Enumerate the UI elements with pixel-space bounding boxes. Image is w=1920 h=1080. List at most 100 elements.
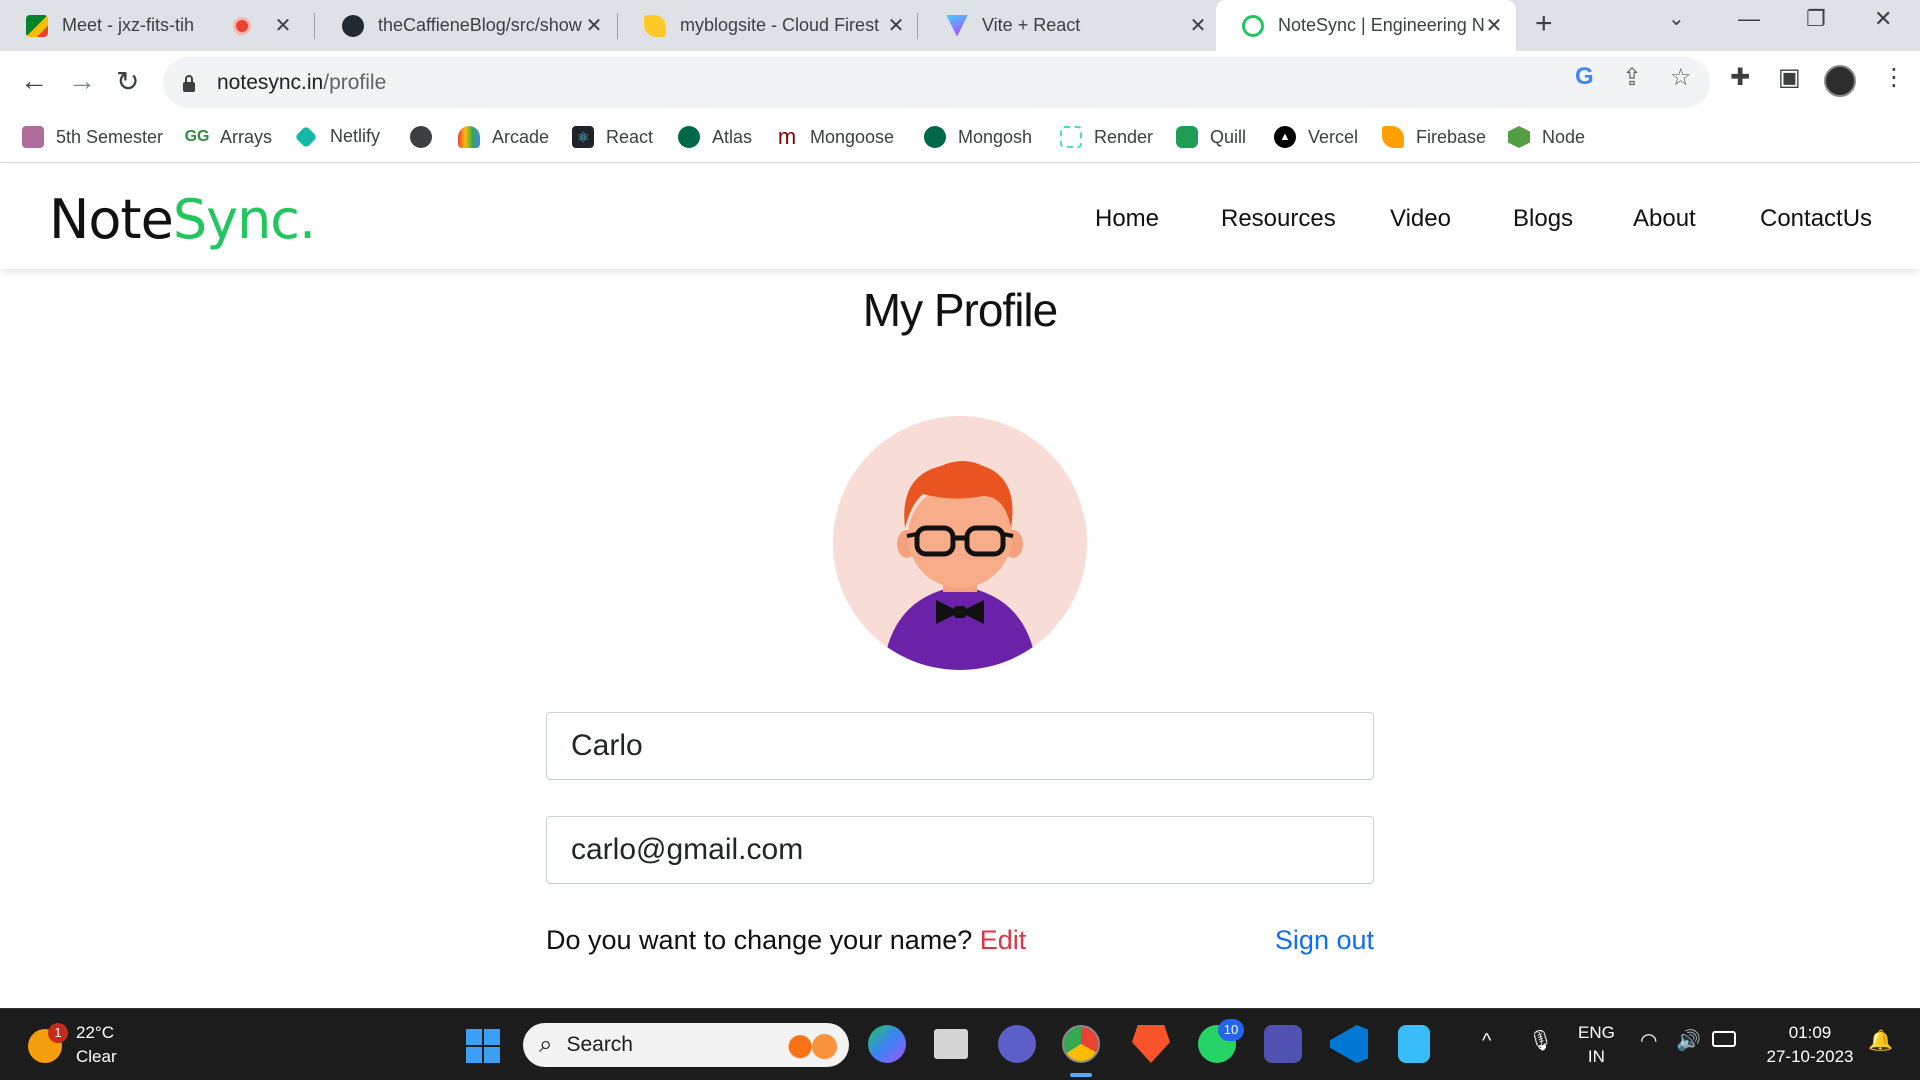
bookmark-vercel[interactable]: ▲ Vercel <box>1274 126 1358 148</box>
bookmark-5th-semester[interactable]: 5th Semester <box>22 126 163 148</box>
gfg-icon: GG <box>184 128 210 145</box>
tab-meet[interactable]: Meet - jxz-fits-tih ✕ <box>0 0 305 51</box>
site-logo[interactable]: NoteSync. <box>49 188 316 251</box>
side-panel-icon[interactable]: ▣ <box>1778 63 1801 92</box>
lock-icon <box>181 74 197 92</box>
react-icon: ⚛ <box>572 126 594 148</box>
bookmark-mongosh[interactable]: Mongosh <box>924 126 1032 148</box>
notepad-icon[interactable] <box>1398 1025 1430 1063</box>
profile-avatar[interactable] <box>1824 65 1856 97</box>
task-view-icon[interactable] <box>934 1029 968 1059</box>
tab-notesync[interactable]: NoteSync | Engineering N ✕ <box>1216 0 1516 51</box>
bookmark-mongoose[interactable]: m Mongoose <box>776 124 894 149</box>
recording-icon <box>233 16 251 35</box>
url-text: notesync.in/profile <box>217 70 387 94</box>
profile-avatar-illustration <box>833 416 1087 670</box>
close-tab-icon[interactable]: ✕ <box>584 13 604 38</box>
edit-link[interactable]: Edit <box>980 925 1027 955</box>
minimize-icon[interactable]: — <box>1738 6 1760 32</box>
site-header: NoteSync. Home Resources Video Blogs Abo… <box>0 164 1920 269</box>
close-tab-icon[interactable]: ✕ <box>886 13 906 38</box>
pumpkin-icon <box>777 1029 843 1061</box>
language-indicator[interactable]: ENG IN <box>1578 1021 1615 1069</box>
windows-taskbar: 1 22°C Clear ⌕ Search 10 ^ 🎙 ENG IN ◠ 🔊 0… <box>0 1008 1920 1080</box>
bookmark-globe[interactable] <box>410 126 444 148</box>
new-tab-button[interactable]: + <box>1535 7 1553 41</box>
bookmark-quill[interactable]: Quill <box>1176 126 1246 148</box>
tab-title: theCaffieneBlog/src/show <box>378 15 582 35</box>
netlify-icon <box>294 125 318 148</box>
signout-link[interactable]: Sign out <box>1275 925 1374 956</box>
forward-icon[interactable]: → <box>68 65 96 97</box>
weather-temp: 22°C <box>76 1023 114 1042</box>
bookmark-netlify[interactable]: Netlify <box>294 125 380 148</box>
tab-github[interactable]: theCaffieneBlog/src/show ✕ <box>316 0 616 51</box>
render-icon <box>1060 126 1082 148</box>
nav-resources[interactable]: Resources <box>1221 205 1336 233</box>
start-button[interactable] <box>466 1029 500 1063</box>
reload-icon[interactable]: ↻ <box>116 65 139 98</box>
notification-badge: 1 <box>48 1023 68 1043</box>
notifications-bell-icon[interactable]: 🔔 <box>1868 1029 1893 1053</box>
bookmark-arcade[interactable]: Arcade <box>458 126 549 148</box>
bookmark-star-icon[interactable]: ☆ <box>1670 63 1692 92</box>
google-cloud-icon <box>458 126 480 148</box>
mongodb-icon <box>924 126 946 148</box>
nav-about[interactable]: About <box>1633 205 1696 233</box>
tab-title: NoteSync | Engineering N <box>1278 15 1484 35</box>
close-tab-icon[interactable]: ✕ <box>1484 13 1504 38</box>
vscode-icon[interactable] <box>1330 1025 1368 1063</box>
close-tab-icon[interactable]: ✕ <box>1188 13 1208 38</box>
nav-home[interactable]: Home <box>1095 205 1159 233</box>
nav-blogs[interactable]: Blogs <box>1513 205 1573 233</box>
chevron-up-icon[interactable]: ^ <box>1482 1029 1491 1053</box>
teams-chat-icon[interactable] <box>998 1025 1036 1063</box>
weather-widget[interactable]: 1 22°C Clear <box>28 1021 117 1069</box>
nav-video[interactable]: Video <box>1390 205 1451 233</box>
close-window-icon[interactable]: ✕ <box>1874 6 1892 32</box>
page-title: My Profile <box>862 284 1058 336</box>
nodejs-icon <box>1508 126 1530 148</box>
volume-icon[interactable]: 🔊 <box>1676 1029 1701 1053</box>
whatsapp-badge: 10 <box>1218 1019 1244 1041</box>
google-lens-icon[interactable]: G <box>1575 63 1594 91</box>
notesync-icon <box>1242 14 1264 37</box>
brave-icon[interactable] <box>1132 1025 1170 1063</box>
back-icon[interactable]: ← <box>20 65 48 97</box>
restore-icon[interactable]: ❐ <box>1806 6 1826 32</box>
bookmark-render[interactable]: Render <box>1060 126 1153 148</box>
email-field[interactable] <box>546 816 1374 884</box>
extensions-icon[interactable]: ✚ <box>1730 63 1750 92</box>
search-icon: ⌕ <box>539 1031 553 1058</box>
bookmark-arrays[interactable]: GG Arrays <box>184 126 272 148</box>
tab-firebase[interactable]: myblogsite - Cloud Firest ✕ <box>618 0 918 51</box>
wifi-icon[interactable]: ◠ <box>1640 1029 1657 1053</box>
mongoose-icon: m <box>777 124 797 149</box>
tab-search-icon[interactable]: ⌄ <box>1668 6 1685 31</box>
search-placeholder: Search <box>566 1033 633 1056</box>
tab-vite[interactable]: Vite + React ✕ <box>920 0 1220 51</box>
mongodb-icon <box>678 126 700 148</box>
teams-icon[interactable] <box>1264 1025 1302 1063</box>
address-bar[interactable]: notesync.in/profile <box>163 57 1710 108</box>
nav-contactus[interactable]: ContactUs <box>1760 205 1872 233</box>
close-tab-icon[interactable]: ✕ <box>273 13 293 38</box>
name-field[interactable] <box>546 712 1374 780</box>
microphone-icon[interactable]: 🎙 <box>1528 1029 1553 1053</box>
bookmark-react[interactable]: ⚛ React <box>572 126 653 148</box>
battery-icon[interactable] <box>1712 1031 1736 1047</box>
bookmark-node[interactable]: Node <box>1508 126 1585 148</box>
globe-icon <box>410 126 432 148</box>
browser-tab-bar: Meet - jxz-fits-tih ✕ theCaffieneBlog/sr… <box>0 0 1920 51</box>
quill-icon <box>1176 126 1198 148</box>
bookmark-firebase[interactable]: Firebase <box>1382 126 1486 148</box>
firebase-icon <box>1382 126 1404 148</box>
bookmark-atlas[interactable]: Atlas <box>678 126 752 148</box>
chrome-icon[interactable] <box>1062 1025 1100 1063</box>
tab-title: Vite + React <box>982 15 1081 35</box>
share-icon[interactable]: ⇪ <box>1622 63 1642 92</box>
clock[interactable]: 01:09 27-10-2023 <box>1760 1021 1860 1069</box>
copilot-icon[interactable] <box>868 1025 906 1063</box>
menu-kebab-icon[interactable]: ⋮ <box>1882 63 1906 92</box>
taskbar-search[interactable]: ⌕ Search <box>523 1023 849 1067</box>
